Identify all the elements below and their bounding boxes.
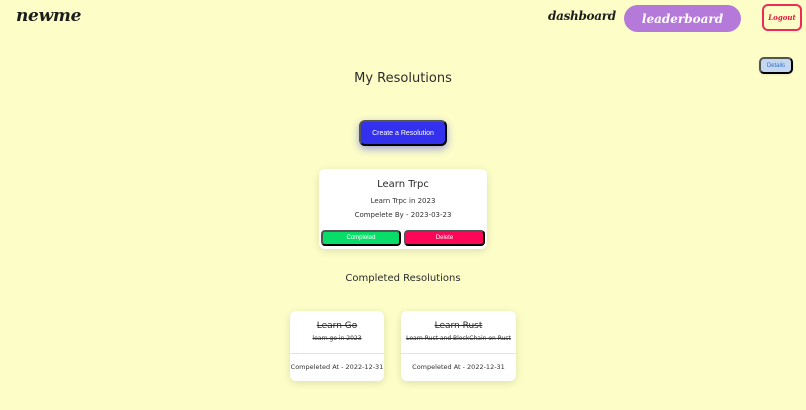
- completed-resolution-card: Learn Rust Learn Rust and BlockChain on …: [401, 311, 516, 381]
- brand-logo[interactable]: newme: [16, 6, 81, 26]
- nav-dashboard-link[interactable]: dashboard: [548, 9, 616, 23]
- resolution-description: Learn Trpc in 2023: [370, 197, 436, 205]
- resolution-title: Learn Trpc: [377, 179, 429, 190]
- mark-completed-button[interactable]: Completed: [321, 230, 401, 246]
- completed-resolution-title: Learn Rust: [434, 321, 483, 331]
- completed-resolution-title: Learn Go: [316, 321, 358, 331]
- create-resolution-button[interactable]: Create a Resolution: [359, 120, 447, 146]
- completed-at-date: Compeleted At - 2022-12-31: [290, 363, 384, 371]
- completed-section-title: Completed Resolutions: [345, 273, 461, 284]
- completed-resolution-description: Learn Rust and BlockChain on Rust: [406, 335, 511, 342]
- card-divider: [290, 353, 384, 354]
- nav-leaderboard-button[interactable]: leaderboard: [624, 5, 741, 32]
- resolution-due-date: Compelete By - 2023-03-23: [354, 211, 452, 219]
- completed-resolution-card: Learn Go learn go in 2023 Compeleted At …: [290, 311, 384, 381]
- logout-button[interactable]: Logout: [762, 4, 802, 31]
- page-title: My Resolutions: [354, 71, 452, 86]
- completed-resolution-description: learn go in 2023: [312, 335, 362, 342]
- completed-at-date: Compeleted At - 2022-12-31: [412, 363, 505, 371]
- card-divider: [401, 353, 516, 354]
- delete-resolution-button[interactable]: Delete: [404, 230, 485, 246]
- resolution-card: Learn Trpc Learn Trpc in 2023 Compelete …: [319, 169, 487, 249]
